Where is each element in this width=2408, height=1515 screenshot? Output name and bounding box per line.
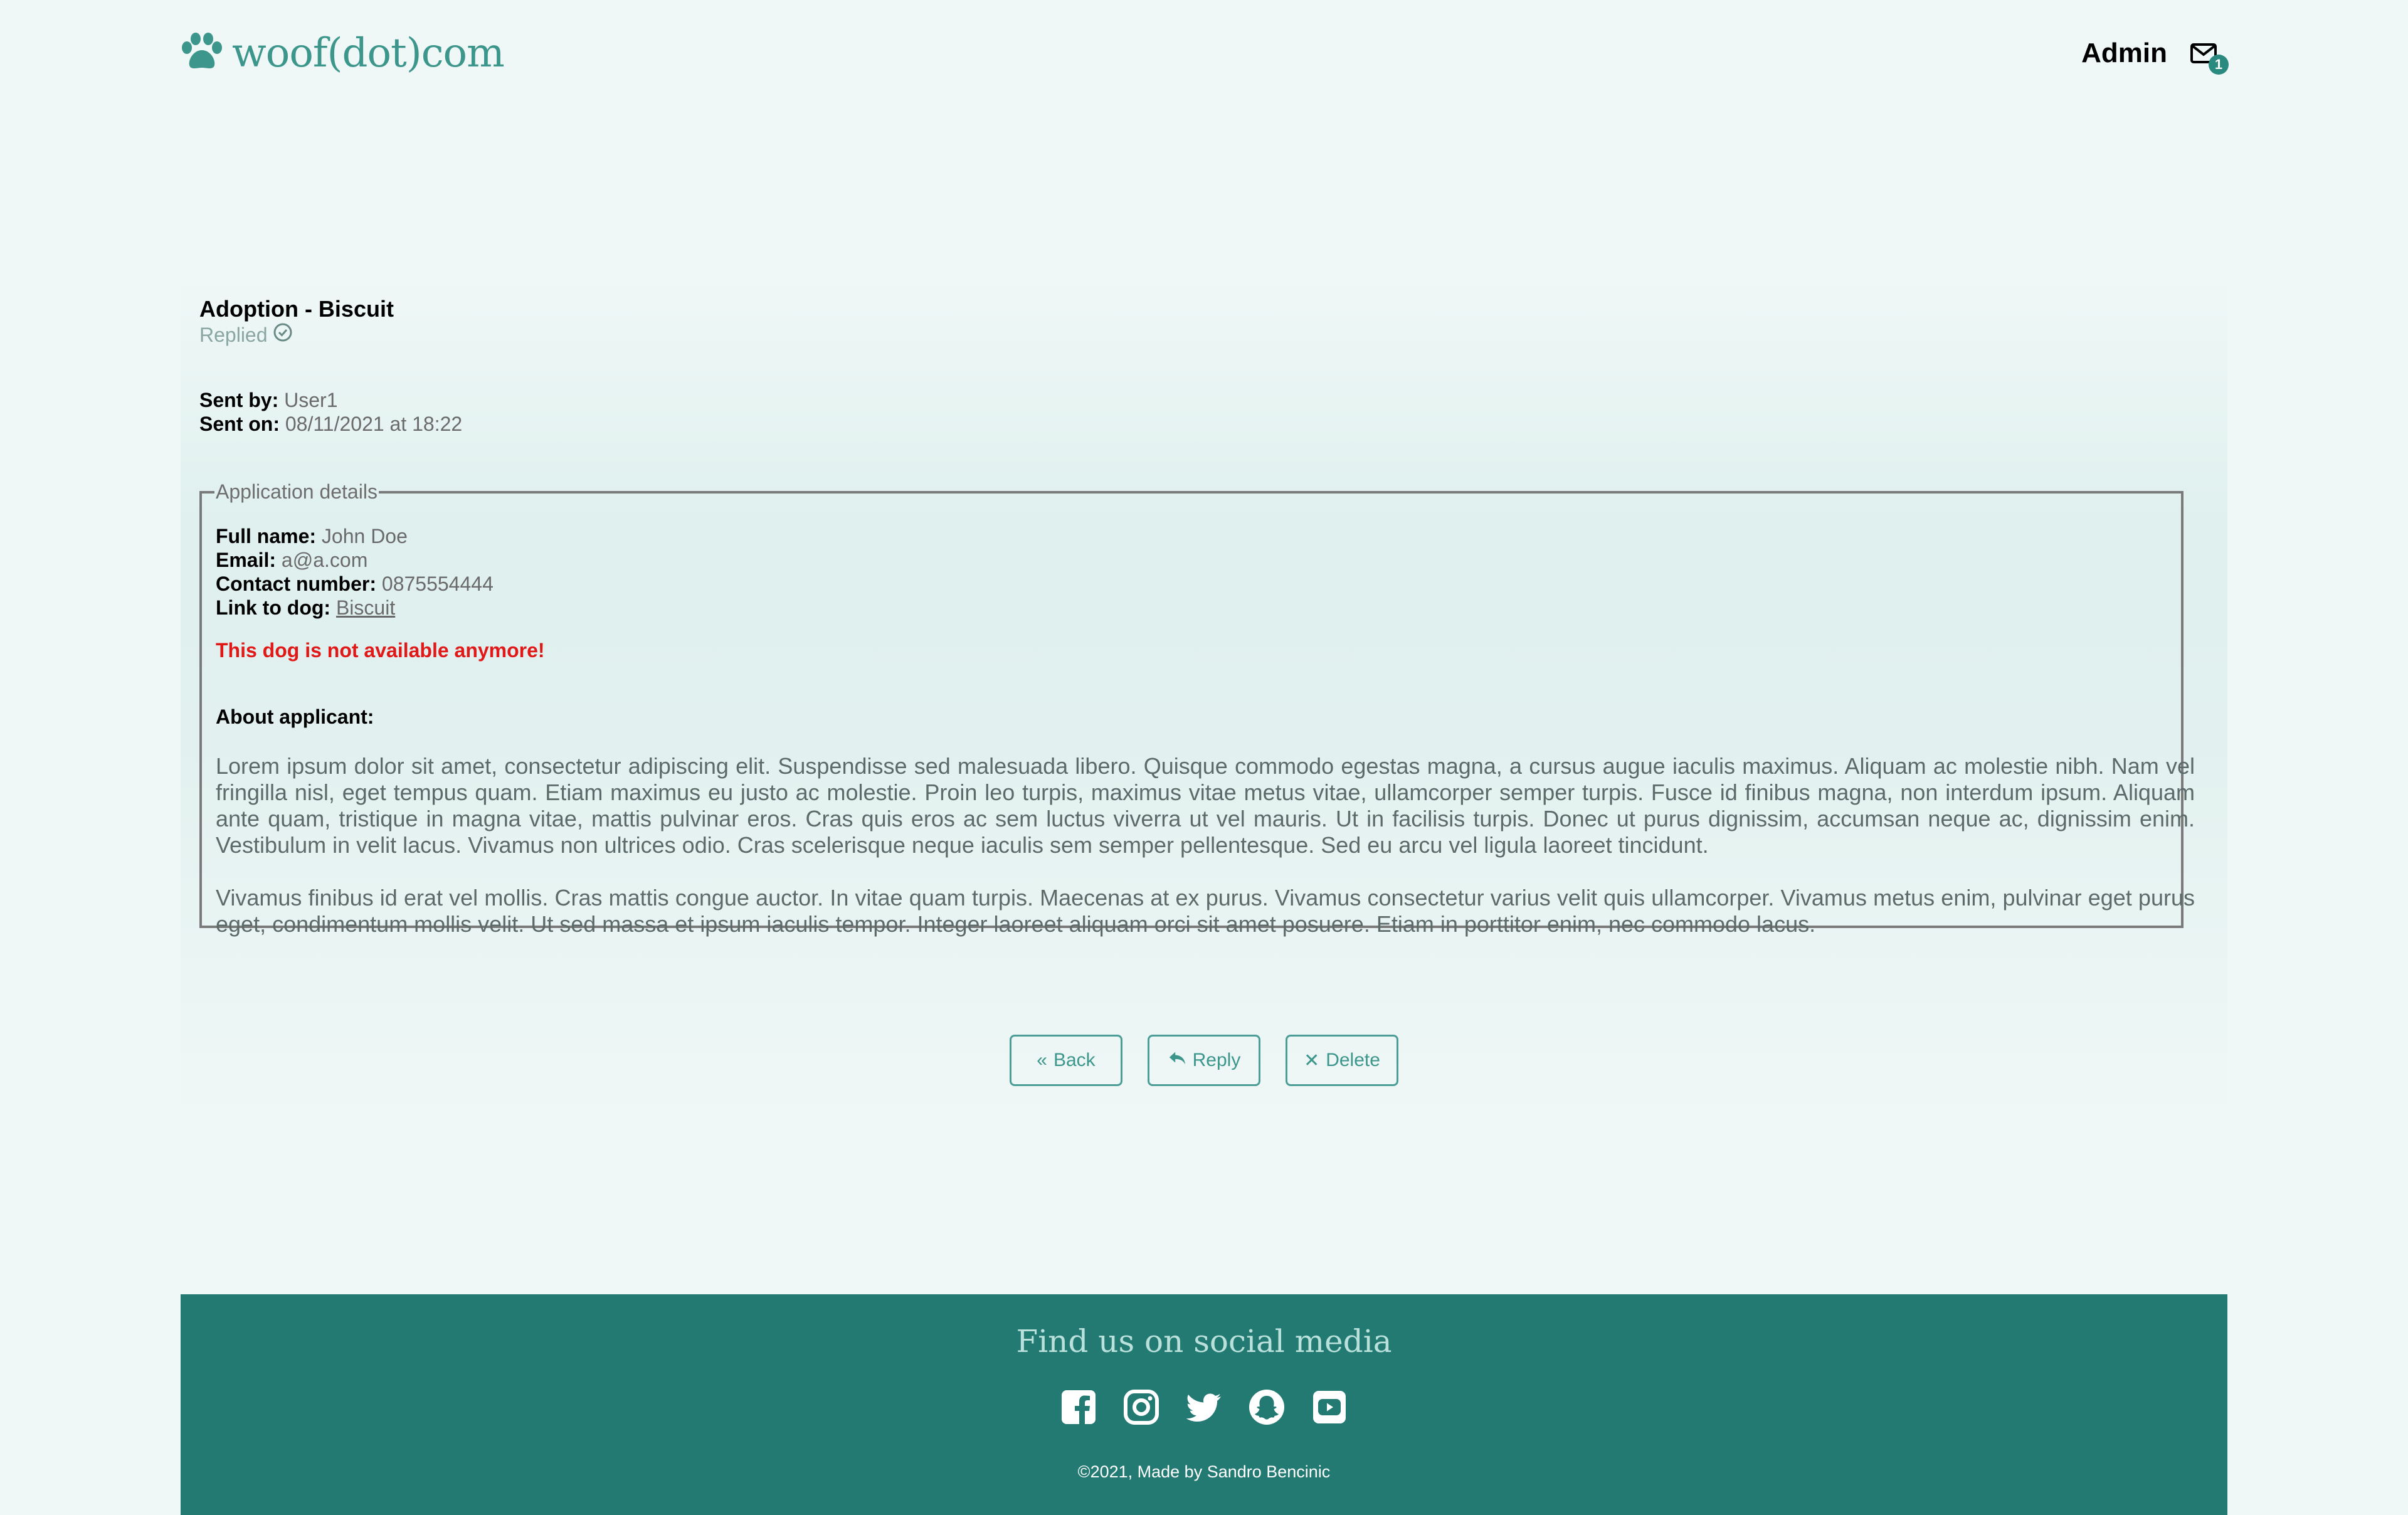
contact-label: Contact number: [216, 573, 376, 595]
contact-row: Contact number: 0875554444 [216, 573, 494, 596]
youtube-icon[interactable] [1311, 1388, 1348, 1426]
email-label: Email: [216, 549, 277, 571]
messages-button[interactable]: 1 [2190, 40, 2229, 75]
admin-link[interactable]: Admin [2081, 38, 2167, 69]
about-paragraph: Lorem ipsum dolor sit amet, consectetur … [216, 753, 2195, 858]
unread-count-badge: 1 [2209, 55, 2229, 75]
footer-title: Find us on social media [1016, 1323, 1392, 1359]
application-details: Application details Full name: John Doe … [199, 480, 2195, 937]
paw-icon [181, 32, 223, 75]
sent-by-value: User1 [284, 389, 338, 411]
snapchat-icon[interactable] [1248, 1388, 1286, 1426]
full-name-row: Full name: John Doe [216, 525, 408, 548]
application-details-legend: Application details [216, 480, 378, 503]
delete-button[interactable]: ✕ Delete [1286, 1035, 1398, 1086]
facebook-icon[interactable] [1060, 1388, 1097, 1426]
sent-on: Sent on: 08/11/2021 at 18:22 [199, 413, 462, 436]
delete-label: Delete [1326, 1050, 1380, 1070]
double-chevron-left-icon: « [1037, 1050, 1047, 1070]
sent-on-value: 08/11/2021 at 18:22 [285, 413, 463, 435]
sent-on-label: Sent on: [199, 413, 280, 435]
about-applicant-heading: About applicant: [216, 705, 374, 728]
reply-status: Replied [199, 322, 293, 347]
about-paragraph: Vivamus finibus id erat vel mollis. Cras… [216, 885, 2195, 937]
message-card: Adoption - Biscuit Replied Sent by: User… [181, 270, 2227, 1135]
sent-by-label: Sent by: [199, 389, 279, 411]
back-label: Back [1053, 1050, 1096, 1070]
full-name-label: Full name: [216, 525, 317, 547]
instagram-icon[interactable] [1122, 1388, 1160, 1426]
reply-arrow-icon [1168, 1048, 1186, 1072]
reply-button[interactable]: Reply [1148, 1035, 1260, 1086]
twitter-icon[interactable] [1185, 1388, 1223, 1426]
message-actions: « Back Reply ✕ Delete [181, 1035, 2227, 1086]
reply-label: Reply [1192, 1050, 1241, 1070]
contact-value: 0875554444 [381, 573, 494, 595]
email-row: Email: a@a.com [216, 549, 367, 572]
brand-logo-link[interactable]: woof(dot)com [181, 30, 505, 77]
dog-link-label: Link to dog: [216, 596, 331, 619]
close-icon: ✕ [1304, 1050, 1320, 1071]
email-value: a@a.com [281, 549, 368, 571]
status-label: Replied [199, 323, 268, 346]
social-links [181, 1388, 2227, 1426]
sent-by: Sent by: User1 [199, 389, 337, 412]
dog-link-row: Link to dog: Biscuit [216, 596, 395, 620]
back-button[interactable]: « Back [1010, 1035, 1122, 1086]
brand-name: woof(dot)com [232, 30, 505, 77]
check-circle-icon [273, 322, 293, 347]
dog-link[interactable]: Biscuit [336, 596, 395, 619]
full-name-value: John Doe [321, 525, 408, 547]
unavailable-warning: This dog is not available anymore! [216, 639, 545, 662]
copyright: ©2021, Made by Sandro Bencinic [1077, 1462, 1331, 1481]
site-footer: Find us on social media ©2021, Made by S… [181, 1294, 2227, 1515]
message-title: Adoption - Biscuit [199, 296, 394, 322]
header-nav: Admin 1 [2081, 38, 2229, 75]
site-header: woof(dot)com Admin 1 [181, 25, 2229, 82]
